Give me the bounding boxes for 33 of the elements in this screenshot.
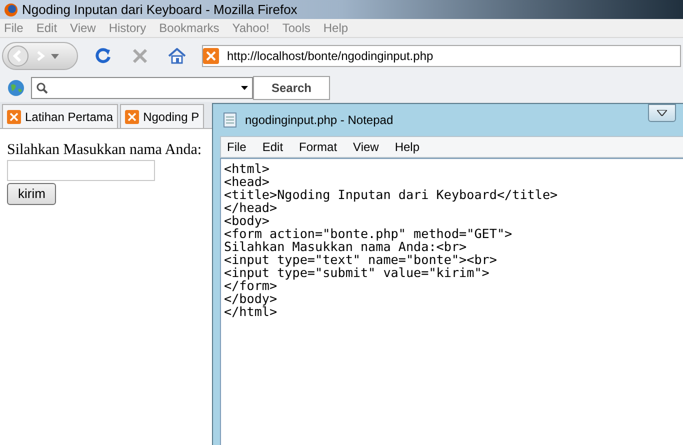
reload-icon[interactable] [94,47,112,65]
notepad-title: ngodinginput.php - Notepad [245,112,394,129]
notepad-icon [223,112,237,128]
back-forward-button[interactable] [2,42,78,70]
dropdown-caret-icon [51,54,59,58]
menu-item[interactable]: File [227,138,246,156]
globe-icon[interactable] [7,79,25,97]
search-icon [36,82,48,94]
window-title: Ngoding Inputan dari Keyboard - Mozilla Firefox [22,0,298,19]
name-field[interactable] [7,160,155,181]
submit-button[interactable]: kirim [7,183,56,205]
form-prompt: Silahkan Masukkan nama Anda: [7,141,202,159]
menu-item[interactable]: Format [299,138,338,156]
menu-item[interactable]: Help [394,138,420,156]
stop-icon[interactable] [132,48,148,64]
site-icon [7,110,21,124]
search-button[interactable]: Search [253,76,330,100]
url-text: http://localhost/bonte/ngodinginput.php [227,48,434,65]
site-icon [125,110,140,124]
dropdown-caret-icon [241,86,248,90]
minimize-button[interactable] [648,104,676,122]
caret-icon [657,110,667,116]
site-icon [203,48,219,64]
menu-item[interactable]: Edit [262,138,284,156]
bookmark-tab[interactable]: Ngoding P [120,104,204,128]
search-field[interactable] [31,77,253,99]
text-area[interactable] [220,158,683,445]
bookmark-tab[interactable]: Latihan Pertama [2,104,118,128]
browser-logo-icon [4,2,18,16]
home-icon[interactable] [168,48,186,64]
address-bar[interactable]: http://localhost/bonte/ngodinginput.php [202,45,681,67]
source-code: <html> <head> <title>Ngoding Inputan dari Keyboard</title> </head> <body> <form action="bonte.php" method="GET"> Silahkan Masukkan nama Anda:<br> <input type="text" name="bonte"><br> <input type="submit" value="kirim"> </form> </body> </html> [224,162,559,318]
menu-item[interactable]: View [353,138,379,156]
